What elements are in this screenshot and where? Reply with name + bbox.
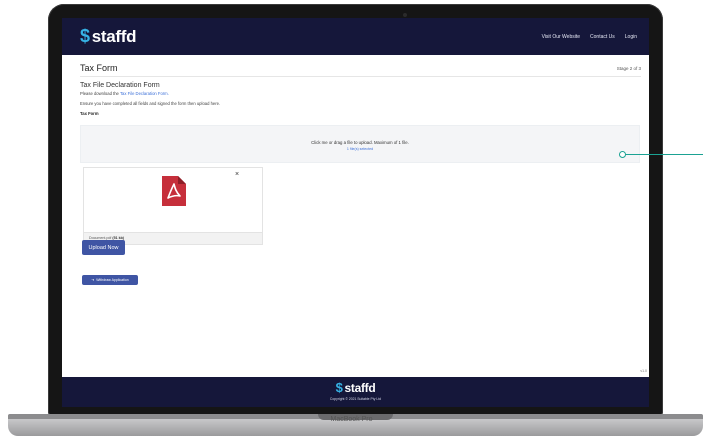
nav-contact-us[interactable]: Contact Us (590, 34, 615, 40)
form-section: Tax File Declaration Form Please downloa… (80, 82, 641, 119)
laptop-screen: $ staffd Visit Our Website Contact Us Lo… (62, 18, 649, 407)
page-title: Tax Form (80, 63, 118, 73)
files-selected-text: 1 file(s) selected (346, 147, 374, 151)
footer-logo: $ staffd (62, 380, 649, 395)
withdraw-label: Withdraw Application (96, 278, 129, 282)
withdraw-application-button[interactable]: ⇥ Withdraw Application (82, 275, 138, 285)
download-instruction: Please download the Tax File Declaration… (80, 91, 641, 96)
tax-form-label: Tax Form (80, 111, 99, 116)
upload-instruction: Ensure you have completed all fields and… (80, 101, 221, 106)
copyright-text: Copyright © 2021 Suitable Pty Ltd (329, 397, 382, 401)
footer-brand: staffd (344, 380, 376, 395)
app-header: $ staffd Visit Our Website Contact Us Lo… (62, 18, 649, 55)
top-nav: Visit Our Website Contact Us Login (542, 34, 637, 40)
app-footer: $ staffd Copyright © 2021 Suitable Pty L… (62, 377, 649, 407)
download-form-link[interactable]: Tax File Declaration Form. (120, 91, 169, 96)
file-preview-card: × (83, 167, 263, 233)
remove-file-icon[interactable]: × (235, 171, 239, 178)
form-title: Tax File Declaration Form (80, 82, 160, 89)
staffd-logo-icon: $ (335, 380, 343, 395)
pdf-file-icon (162, 176, 186, 206)
dropzone-text: Click me or drag a file to upload. Maxim… (311, 140, 409, 145)
model-label: MacBook Pro (330, 416, 373, 423)
nav-login[interactable]: Login (625, 34, 637, 40)
brand-name: staffd (91, 26, 137, 46)
stage-indicator: Stage 2 of 3 (616, 65, 641, 71)
staffd-logo-icon: $ (80, 26, 90, 46)
nav-visit-website[interactable]: Visit Our Website (542, 34, 580, 40)
file-dropzone[interactable]: Click me or drag a file to upload. Maxim… (80, 125, 640, 163)
page-title-bar: Tax Form Stage 2 of 3 (80, 60, 641, 77)
callout-line (625, 154, 703, 155)
camera-icon (403, 13, 407, 17)
version-label: v1.0 (640, 369, 647, 373)
upload-now-button[interactable]: Upload Now (82, 240, 125, 255)
download-prefix: Please download the (80, 91, 120, 96)
brand-logo[interactable]: $ staffd (80, 26, 137, 47)
exit-icon: ⇥ (91, 278, 95, 282)
